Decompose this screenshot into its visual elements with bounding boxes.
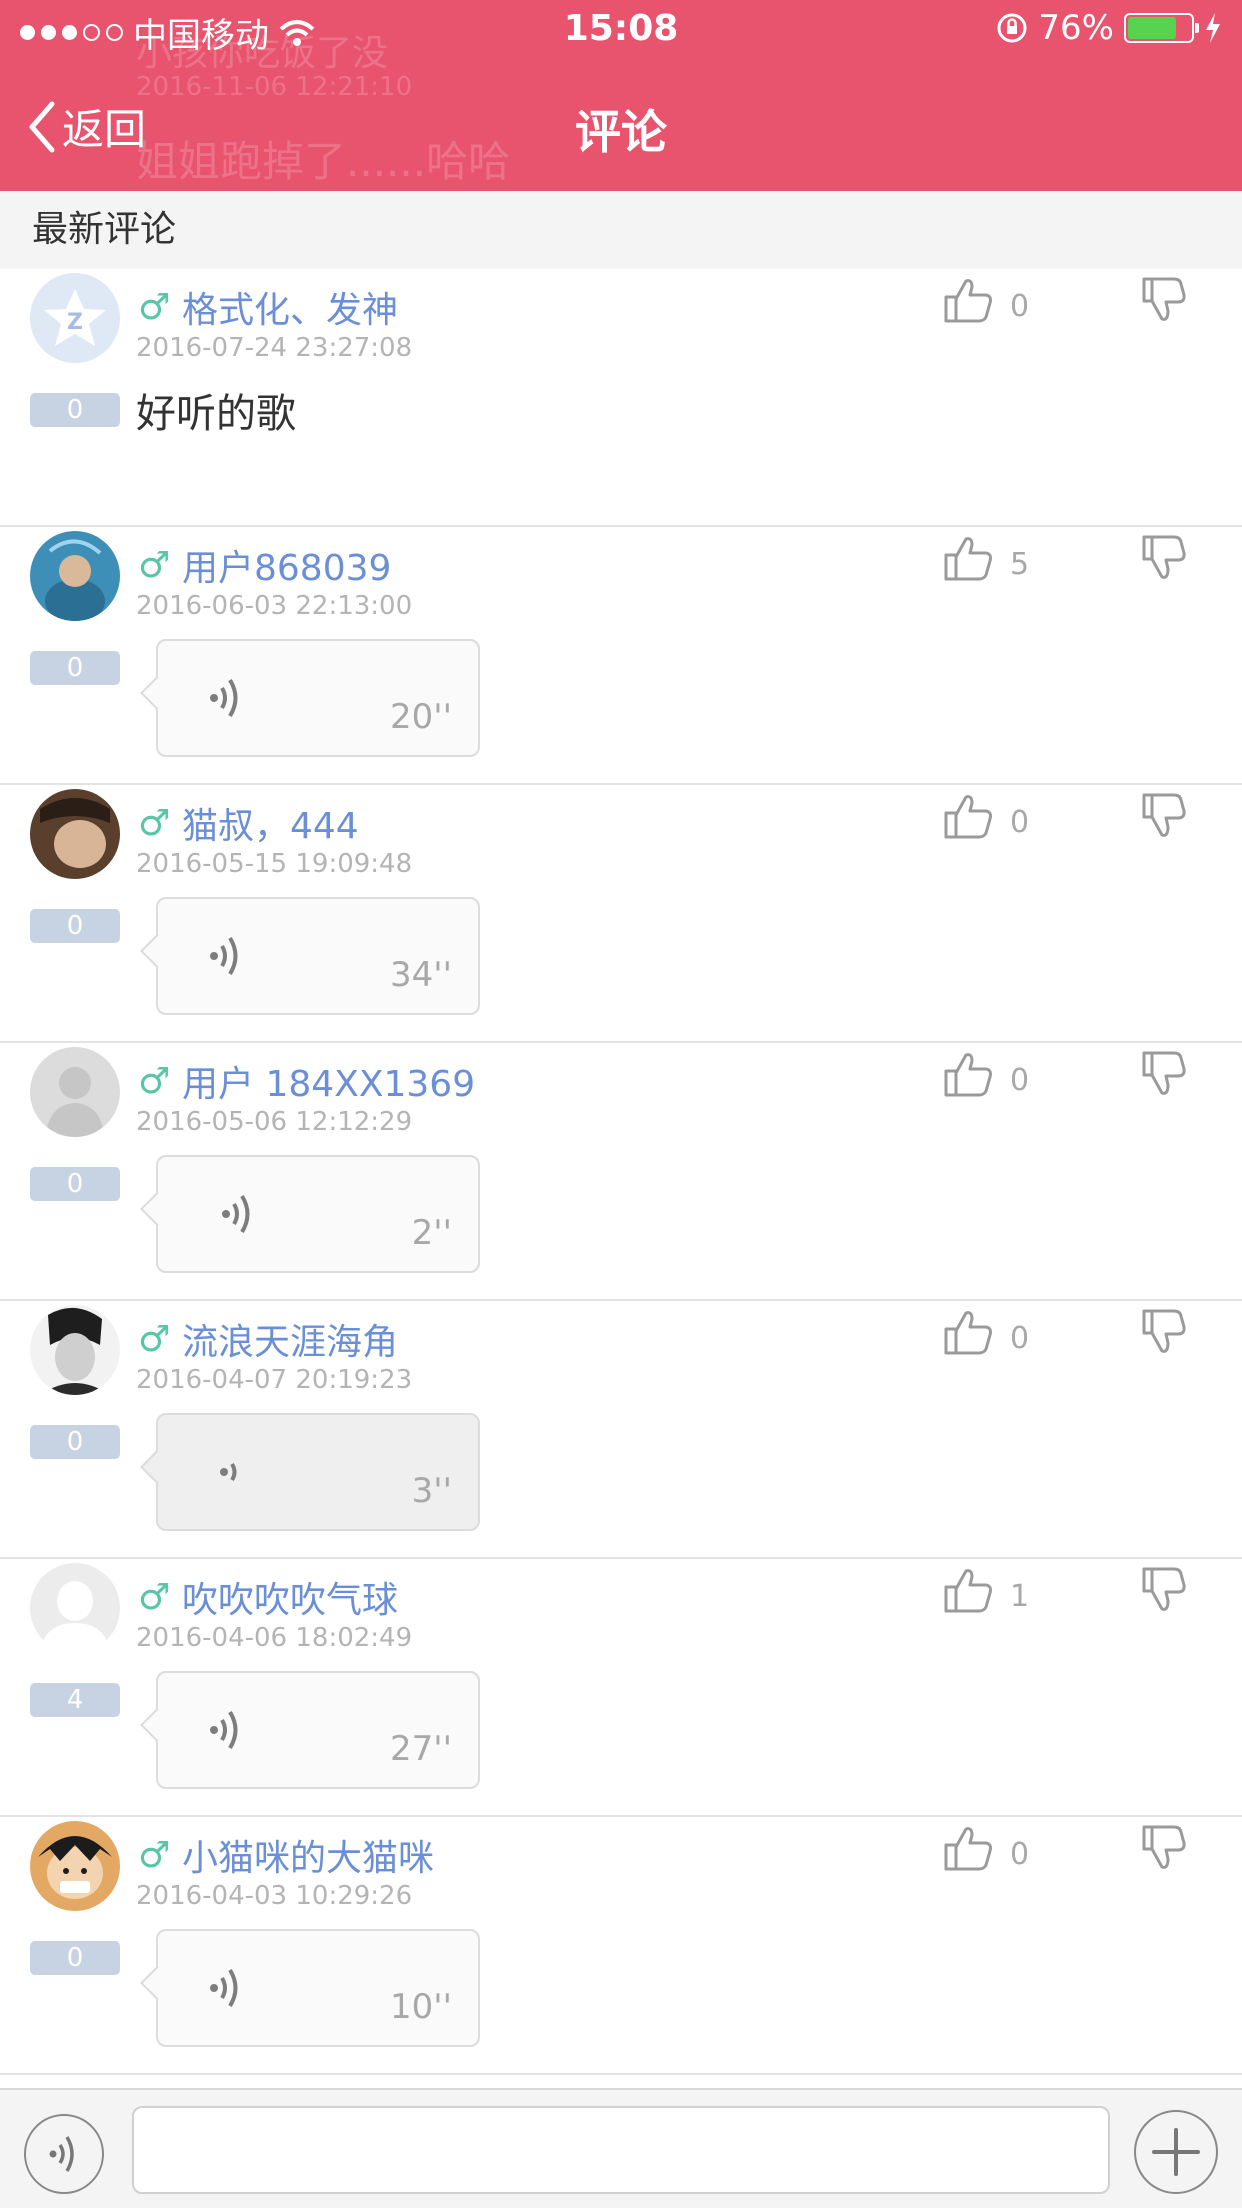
section-header: 最新评论 xyxy=(0,191,1242,269)
voice-wave-icon xyxy=(49,2136,74,2172)
comment-row: ♂ 用户868039 2016-06-03 22:13:00 0 20'' 5 xyxy=(0,527,1242,785)
floor-badge: 0 xyxy=(30,651,120,685)
voice-message-bubble[interactable]: 10'' xyxy=(156,1929,480,2047)
voice-duration: 27'' xyxy=(390,1729,452,1769)
gender-male-icon: ♂ xyxy=(138,1061,171,1102)
gender-male-icon: ♂ xyxy=(138,1319,171,1360)
comment-input-bar xyxy=(0,2088,1242,2208)
avatar[interactable] xyxy=(30,531,120,621)
voice-duration: 2'' xyxy=(411,1213,452,1253)
voice-wave-icon xyxy=(220,1462,237,1482)
thumbs-down-icon[interactable] xyxy=(1140,533,1186,583)
user-name[interactable]: 流浪天涯海角 xyxy=(182,1313,398,1365)
voice-wave-icon xyxy=(210,936,238,976)
thumbs-up-icon[interactable] xyxy=(942,275,994,325)
avatar[interactable]: Z xyxy=(30,273,120,363)
user-name[interactable]: 小猫咪的大猫咪 xyxy=(182,1829,434,1881)
voice-duration: 20'' xyxy=(390,697,452,737)
thumbs-down-icon[interactable] xyxy=(1140,1049,1186,1099)
comment-list: Z ♂ 格式化、发神 2016-07-24 23:27:08 0 好听的歌 0 … xyxy=(0,269,1242,2075)
add-attachment-button[interactable] xyxy=(1134,2110,1218,2194)
user-name[interactable]: 吹吹吹吹气球 xyxy=(182,1571,398,1623)
floor-badge: 4 xyxy=(30,1683,120,1717)
comment-row: ♂ 流浪天涯海角 2016-04-07 20:19:23 0 3'' 0 xyxy=(0,1301,1242,1559)
gender-male-icon: ♂ xyxy=(138,1577,171,1618)
comment-date: 2016-05-06 12:12:29 xyxy=(136,1107,413,1137)
thumbs-up-icon[interactable] xyxy=(942,1307,994,1357)
svg-text:Z: Z xyxy=(67,310,83,335)
avatar[interactable] xyxy=(30,1563,120,1653)
thumbs-up-icon[interactable] xyxy=(942,1565,994,1615)
floor-badge: 0 xyxy=(30,1425,120,1459)
plus-icon xyxy=(1152,2128,1200,2176)
thumbs-up-icon[interactable] xyxy=(942,533,994,583)
like-count: 0 xyxy=(1010,1321,1030,1356)
comment-text: 好听的歌 xyxy=(136,391,296,437)
like-count: 1 xyxy=(1010,1579,1030,1614)
thumbs-up-icon[interactable] xyxy=(942,1823,994,1873)
thumbs-down-icon[interactable] xyxy=(1140,1307,1186,1357)
user-name[interactable]: 用户868039 xyxy=(182,539,391,591)
gender-male-icon: ♂ xyxy=(138,545,171,586)
comment-date: 2016-06-03 22:13:00 xyxy=(136,591,413,621)
battery-percent: 76% xyxy=(1038,8,1114,48)
comment-row: ♂ 小猫咪的大猫咪 2016-04-03 10:29:26 0 10'' 0 xyxy=(0,1817,1242,2075)
comment-row: ♂ 用户 184XX1369 2016-05-06 12:12:29 0 2''… xyxy=(0,1043,1242,1301)
thumbs-up-icon[interactable] xyxy=(942,791,994,841)
floor-badge: 0 xyxy=(30,909,120,943)
navigation-bar: 返回 评论 xyxy=(0,60,1242,191)
floor-badge: 0 xyxy=(30,1167,120,1201)
gender-male-icon: ♂ xyxy=(138,287,171,328)
user-name[interactable]: 用户 184XX1369 xyxy=(182,1055,475,1107)
voice-message-bubble[interactable]: 20'' xyxy=(156,639,480,757)
avatar[interactable] xyxy=(30,1047,120,1137)
avatar[interactable] xyxy=(30,1821,120,1911)
comment-date: 2016-04-03 10:29:26 xyxy=(136,1881,413,1911)
user-name[interactable]: 格式化、发神 xyxy=(182,281,398,333)
comment-date: 2016-05-15 19:09:48 xyxy=(136,849,413,879)
gender-male-icon: ♂ xyxy=(138,1835,171,1876)
floor-badge: 0 xyxy=(30,1941,120,1975)
floor-badge: 0 xyxy=(30,393,120,427)
like-count: 0 xyxy=(1010,1837,1030,1872)
charging-bolt-icon xyxy=(1206,13,1220,43)
avatar[interactable] xyxy=(30,789,120,879)
like-count: 0 xyxy=(1010,1063,1030,1098)
comment-date: 2016-07-24 23:27:08 xyxy=(136,333,413,363)
voice-message-bubble[interactable]: 3'' xyxy=(156,1413,480,1531)
voice-message-bubble[interactable]: 2'' xyxy=(156,1155,480,1273)
voice-wave-icon xyxy=(210,1968,238,2008)
thumbs-down-icon[interactable] xyxy=(1140,275,1186,325)
battery-icon xyxy=(1124,13,1199,43)
voice-duration: 10'' xyxy=(390,1987,452,2027)
status-bar: 中国移动 15:08 76% xyxy=(0,0,1242,60)
thumbs-up-icon[interactable] xyxy=(942,1049,994,1099)
thumbs-down-icon[interactable] xyxy=(1140,791,1186,841)
voice-duration: 3'' xyxy=(411,1471,452,1511)
comment-date: 2016-04-06 18:02:49 xyxy=(136,1623,413,1653)
rotation-lock-icon xyxy=(997,13,1027,43)
top-bar: 小孩你吃饭了没 2016-11-06 12:21:10 姐姐跑掉了......哈… xyxy=(0,0,1242,191)
comment-row: ♂ 吹吹吹吹气球 2016-04-06 18:02:49 4 27'' 1 xyxy=(0,1559,1242,1817)
comment-row: Z ♂ 格式化、发神 2016-07-24 23:27:08 0 好听的歌 0 xyxy=(0,269,1242,527)
like-count: 0 xyxy=(1010,289,1030,324)
gender-male-icon: ♂ xyxy=(138,803,171,844)
voice-wave-icon xyxy=(210,1710,238,1750)
avatar[interactable] xyxy=(30,1305,120,1395)
comment-date: 2016-04-07 20:19:23 xyxy=(136,1365,413,1395)
voice-message-bubble[interactable]: 34'' xyxy=(156,897,480,1015)
thumbs-down-icon[interactable] xyxy=(1140,1565,1186,1615)
comment-row: ♂ 猫叔，444 2016-05-15 19:09:48 0 34'' 0 xyxy=(0,785,1242,1043)
page-title: 评论 xyxy=(575,105,667,159)
voice-message-bubble[interactable]: 27'' xyxy=(156,1671,480,1789)
user-name[interactable]: 猫叔，444 xyxy=(182,797,359,849)
like-count: 5 xyxy=(1010,547,1030,582)
voice-duration: 34'' xyxy=(390,955,452,995)
comment-text-input[interactable] xyxy=(132,2106,1110,2194)
voice-wave-icon xyxy=(222,1194,250,1234)
thumbs-down-icon[interactable] xyxy=(1140,1823,1186,1873)
voice-input-button[interactable] xyxy=(24,2114,104,2194)
like-count: 0 xyxy=(1010,805,1030,840)
voice-wave-icon xyxy=(210,678,238,718)
